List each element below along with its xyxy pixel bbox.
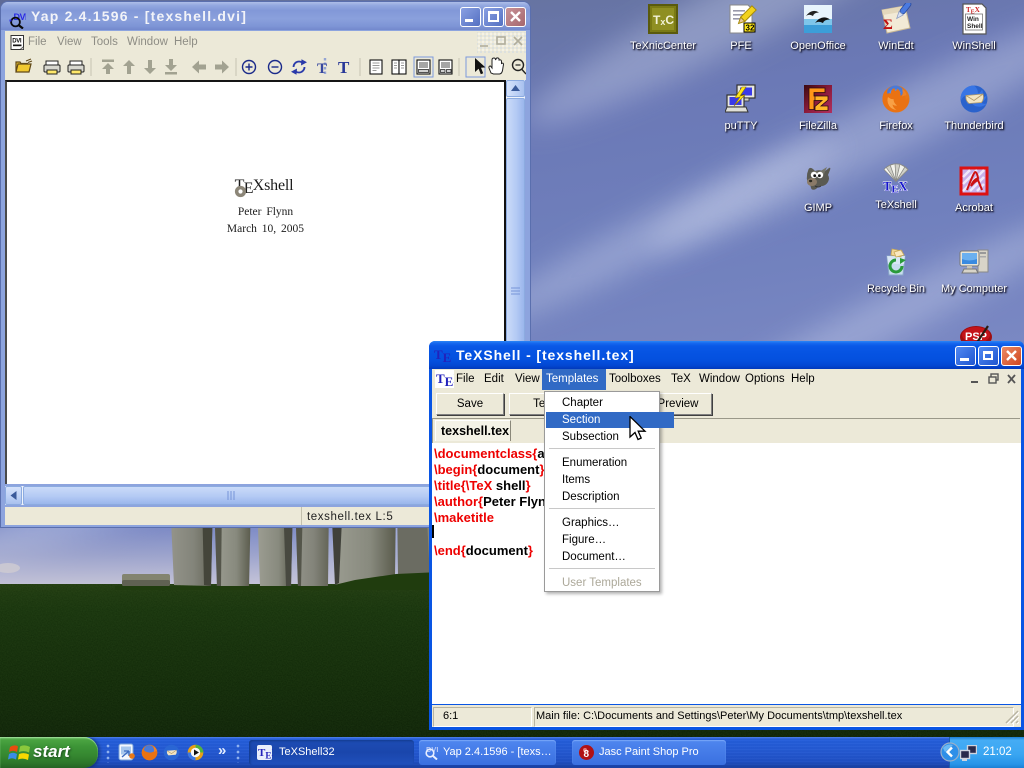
svg-text:TEX: TEX xyxy=(436,371,454,388)
svg-text:Win: Win xyxy=(967,16,979,23)
svg-text:Shell: Shell xyxy=(967,23,983,30)
svg-text:TEX: TEX xyxy=(434,347,452,364)
svg-text:8: 8 xyxy=(584,749,590,760)
svg-text:32: 32 xyxy=(746,24,755,33)
svg-text:T: T xyxy=(317,61,327,77)
svg-text:DVI: DVI xyxy=(12,39,22,45)
svg-text:T: T xyxy=(338,58,350,77)
svg-text:Σ: Σ xyxy=(883,17,893,33)
svg-text:TEX: TEX xyxy=(883,179,907,194)
